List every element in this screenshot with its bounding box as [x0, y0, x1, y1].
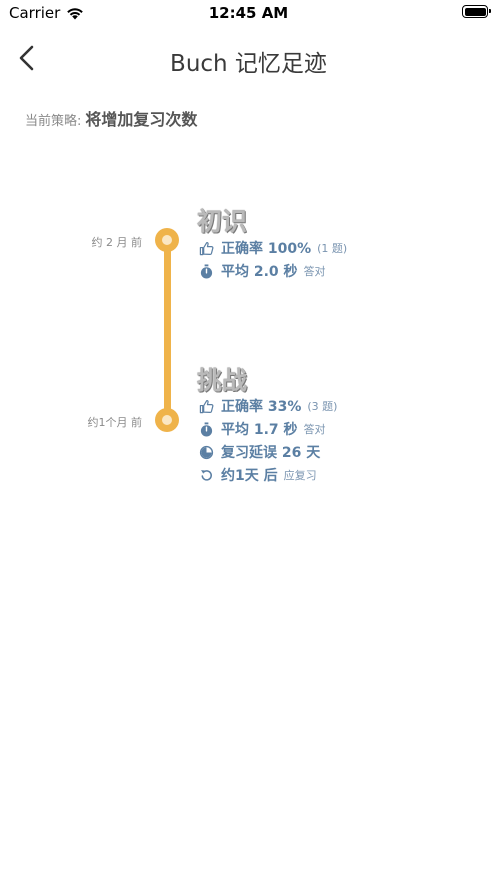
stage-title: 挑战 — [197, 366, 248, 395]
timeline-node — [155, 228, 179, 252]
strategy-label: 当前策略: — [25, 114, 82, 129]
next-review-value: 约1天 后 — [221, 468, 278, 484]
average-time-stat: 平均 1.7 秒 答对 — [199, 419, 326, 439]
next-review-note: 应复习 — [283, 469, 317, 482]
refresh-icon — [201, 469, 212, 481]
thumbs-up-icon — [199, 399, 214, 413]
accuracy-stat: 正确率 33% (3 题) — [199, 396, 337, 416]
stopwatch-icon — [200, 263, 213, 279]
average-time-value: 平均 1.7 秒 — [221, 422, 298, 438]
average-time-note: 答对 — [303, 265, 326, 278]
next-review-stat: 约1天 后 应复习 — [199, 465, 317, 485]
timeline-line — [164, 238, 171, 423]
stage-title: 初识 — [197, 207, 248, 236]
navigation-bar: Buch 记忆足迹 — [0, 36, 497, 80]
review-delay-stat: 复习延误 26 天 — [199, 442, 320, 462]
clock-half-icon — [199, 445, 214, 459]
battery-icon — [462, 5, 491, 18]
strategy-value: 将增加复习次数 — [85, 110, 198, 129]
strategy-row: 当前策略: 将增加复习次数 — [25, 106, 197, 130]
accuracy-stat: 正确率 100% (1 题) — [199, 238, 347, 258]
average-time-value: 平均 2.0 秒 — [221, 264, 298, 280]
accuracy-note: (1 题) — [317, 242, 348, 255]
status-bar: Carrier 12:45 AM — [0, 0, 497, 26]
average-time-note: 答对 — [303, 423, 326, 436]
accuracy-value: 正确率 33% — [221, 399, 302, 415]
review-delay-value: 复习延误 26 天 — [221, 445, 321, 461]
accuracy-note: (3 题) — [307, 400, 338, 413]
stopwatch-icon — [200, 421, 213, 437]
timeline-time-label: 约1个月 前 — [87, 416, 143, 429]
average-time-stat: 平均 2.0 秒 答对 — [199, 261, 326, 281]
accuracy-value: 正确率 100% — [221, 241, 312, 257]
timeline-node — [155, 408, 179, 432]
timeline-time-label: 约 2 月 前 — [91, 236, 143, 249]
page-title: Buch 记忆足迹 — [170, 51, 327, 77]
status-time: 12:45 AM — [208, 4, 289, 22]
thumbs-up-icon — [199, 241, 214, 255]
